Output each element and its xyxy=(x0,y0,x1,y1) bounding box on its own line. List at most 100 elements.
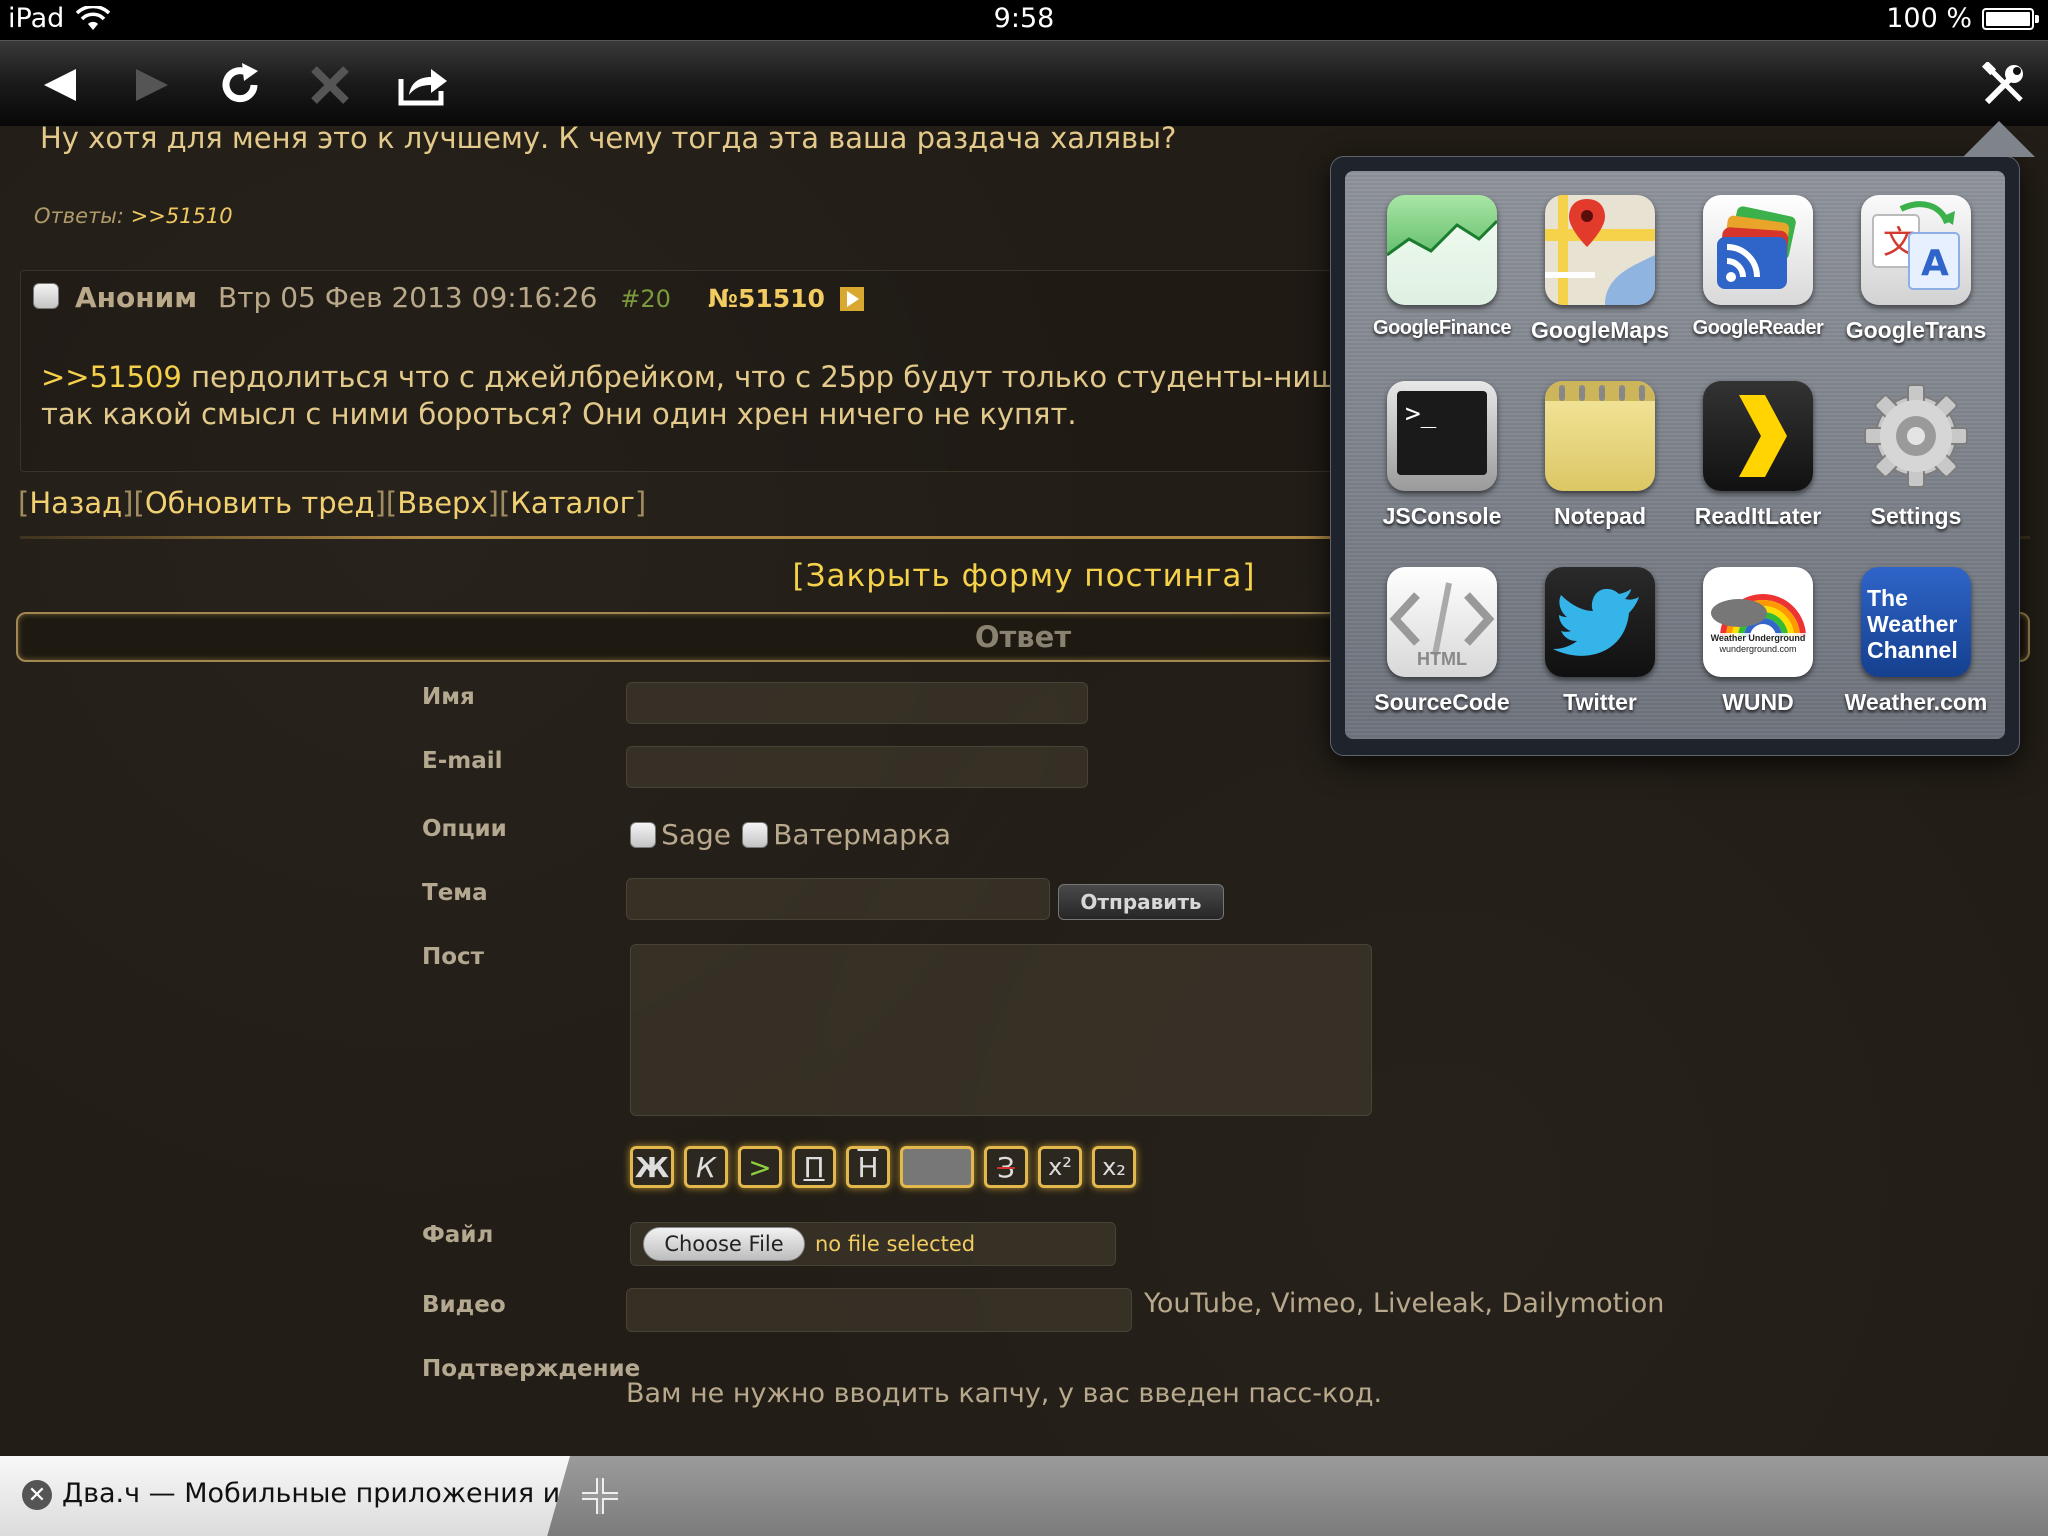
replies-line: Ответы: >>51510 xyxy=(34,204,233,228)
post-label: Пост xyxy=(422,944,485,970)
wund-brand-text: Weather Underground wunderground.com xyxy=(1703,633,1813,655)
nav-catalog-link[interactable]: Каталог xyxy=(510,486,635,520)
tools-icon xyxy=(1981,62,2023,105)
post-select-checkbox[interactable] xyxy=(33,283,59,309)
tools-button[interactable] xyxy=(1976,59,2032,111)
superscript-button[interactable]: x² xyxy=(1038,1146,1082,1188)
bracket: ] xyxy=(122,486,134,520)
bookmarklet-popover: GoogleFinance GoogleMaps GoogleReader 文 … xyxy=(1330,121,2035,756)
share-button[interactable] xyxy=(396,59,452,111)
submit-button[interactable]: Отправить xyxy=(1058,884,1224,920)
back-button[interactable] xyxy=(32,59,88,111)
google-maps-icon xyxy=(1545,195,1655,305)
app-google-reader[interactable]: GoogleReader xyxy=(1683,191,1833,367)
underline-button[interactable]: П xyxy=(792,1146,836,1188)
post-number[interactable]: №51510 xyxy=(708,284,825,313)
nav-refresh-link[interactable]: Обновить тред xyxy=(145,486,375,520)
app-weather-com[interactable]: The Weather Channel Weather.com xyxy=(1841,563,1991,739)
bold-button[interactable]: Ж xyxy=(630,1146,674,1188)
terminal-prompt: >_ xyxy=(1397,391,1487,475)
app-grid: GoogleFinance GoogleMaps GoogleReader 文 … xyxy=(1345,171,2005,739)
app-name: JSConsole xyxy=(1382,503,1502,529)
file-input: Choose File no file selected xyxy=(630,1222,1116,1266)
watermark-checkbox[interactable] xyxy=(742,821,769,848)
app-name: SourceCode xyxy=(1374,689,1510,715)
post-textarea[interactable] xyxy=(630,944,1372,1116)
app-google-maps[interactable]: GoogleMaps xyxy=(1525,191,1675,367)
app-name: Twitter xyxy=(1563,689,1637,715)
nav-back-link[interactable]: Назад xyxy=(29,486,122,520)
italic-button[interactable]: К xyxy=(684,1146,728,1188)
prev-post-text: Ну хотя для меня это к лучшему. К чему т… xyxy=(40,126,1177,155)
subscript-button[interactable]: x₂ xyxy=(1092,1146,1136,1188)
battery-fill xyxy=(1986,11,2030,26)
app-name: GoogleFinance xyxy=(1373,317,1511,339)
app-notepad[interactable]: Notepad xyxy=(1525,377,1675,553)
svg-text:A: A xyxy=(1921,243,1949,284)
weather-underground-icon: Weather Underground wunderground.com xyxy=(1703,567,1813,677)
forward-icon xyxy=(136,69,168,101)
share-icon xyxy=(398,69,447,106)
video-hint: YouTube, Vimeo, Liveleak, Dailymotion xyxy=(1144,1288,1665,1319)
close-tab-icon[interactable]: ✕ xyxy=(22,1480,52,1510)
reload-button[interactable] xyxy=(212,59,268,111)
app-name: Notepad xyxy=(1554,503,1646,529)
html-label: HTML xyxy=(1417,649,1467,669)
watermark-label: Ватермарка xyxy=(773,818,952,851)
quote-link[interactable]: >>51509 xyxy=(41,360,182,394)
app-name: WUND xyxy=(1722,689,1794,715)
expand-post-icon[interactable] xyxy=(839,287,864,311)
bracket: [ xyxy=(133,486,145,520)
read-it-later-icon xyxy=(1703,381,1813,491)
bracket: ] xyxy=(374,486,386,520)
notepad-icon xyxy=(1545,381,1655,491)
post-index: #20 xyxy=(620,285,671,313)
bracket: ] xyxy=(487,486,499,520)
app-name: Weather.com xyxy=(1844,689,1988,715)
video-label: Видео xyxy=(422,1292,506,1318)
tab-active[interactable]: ✕ Два.ч — Мобильные приложения и... xyxy=(0,1456,570,1536)
quote-button[interactable]: > xyxy=(738,1146,782,1188)
clock: 9:58 xyxy=(993,3,1055,34)
sage-checkbox[interactable] xyxy=(630,821,656,848)
app-google-trans[interactable]: 文 A GoogleTrans xyxy=(1841,191,1991,367)
stop-button[interactable] xyxy=(302,59,358,111)
app-read-it-later[interactable]: ReadItLater xyxy=(1683,377,1833,553)
confirm-label: Подтверждение xyxy=(422,1356,641,1382)
app-jsconsole[interactable]: >_ JSConsole xyxy=(1367,377,1517,553)
app-google-finance[interactable]: GoogleFinance xyxy=(1367,191,1517,367)
spoiler-button[interactable] xyxy=(900,1146,974,1188)
choose-file-button[interactable]: Choose File xyxy=(643,1227,805,1261)
app-settings[interactable]: Settings xyxy=(1841,377,1991,553)
app-name: GoogleTrans xyxy=(1845,317,1987,343)
post-text-line2: так какой смысл с ними бороться? Они оди… xyxy=(41,397,1077,431)
thread-nav: [Назад][Обновить тред][Вверх][Каталог] xyxy=(18,486,646,520)
app-name: Settings xyxy=(1870,503,1962,529)
name-label: Имя xyxy=(422,684,475,710)
reload-icon xyxy=(222,63,258,103)
google-reader-icon xyxy=(1703,195,1813,305)
reply-link[interactable]: >>51510 xyxy=(131,204,233,228)
back-icon xyxy=(44,69,76,101)
overline-button[interactable]: Н xyxy=(846,1146,890,1188)
new-tab-button[interactable] xyxy=(578,1474,622,1518)
strike-button[interactable]: З xyxy=(984,1146,1028,1188)
post-date: Втр 05 Фев 2013 09:16:26 xyxy=(218,281,598,314)
replies-label: Ответы: xyxy=(34,204,124,228)
app-source-code[interactable]: HTML SourceCode xyxy=(1367,563,1517,739)
email-input[interactable] xyxy=(626,746,1088,788)
bracket: ] xyxy=(634,486,647,520)
app-name: GoogleMaps xyxy=(1530,317,1669,343)
forward-button[interactable] xyxy=(124,59,180,111)
name-input[interactable] xyxy=(626,682,1088,724)
subject-input[interactable] xyxy=(626,878,1050,920)
wund-site: wunderground.com xyxy=(1719,644,1797,654)
popover-arrow xyxy=(1963,121,2035,157)
nav-up-link[interactable]: Вверх xyxy=(397,486,487,520)
app-twitter[interactable]: Twitter xyxy=(1525,563,1675,739)
app-wund[interactable]: Weather Underground wunderground.com WUN… xyxy=(1683,563,1833,739)
options-label: Опции xyxy=(422,816,507,842)
battery-icon xyxy=(1982,7,2039,30)
app-name: GoogleReader xyxy=(1692,317,1824,339)
video-input[interactable] xyxy=(626,1288,1132,1332)
